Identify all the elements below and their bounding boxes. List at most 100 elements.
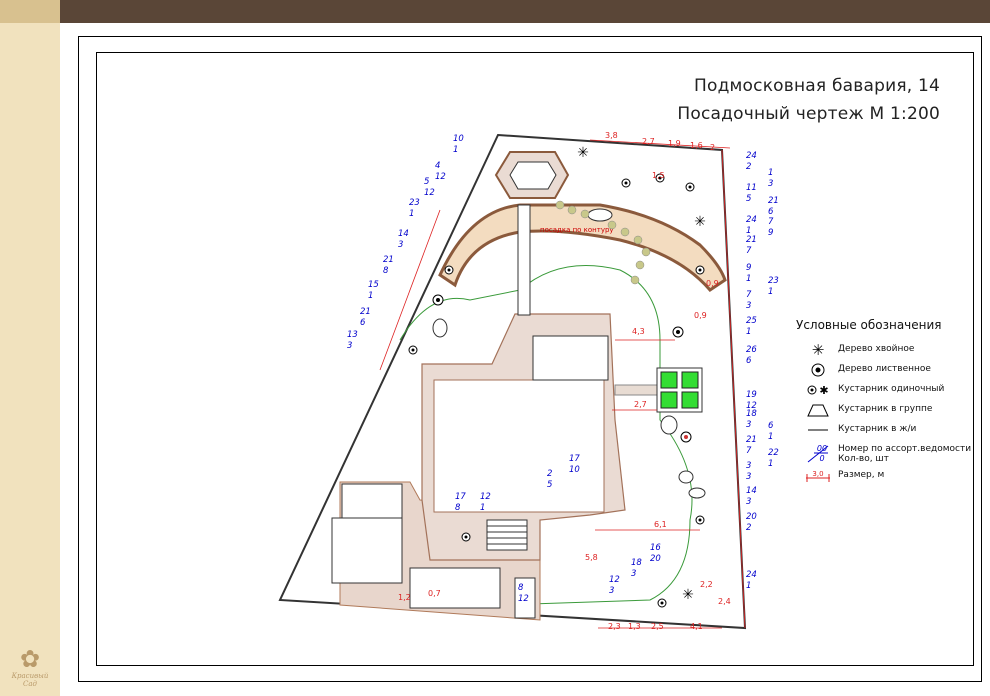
legend: Условные обозначения ✳ Дерево хвойное Де… [796, 318, 971, 488]
legend-item: ✳ Дерево хвойное [796, 342, 966, 362]
callout-num: 18 [746, 409, 757, 419]
callout-num: 23 [768, 276, 779, 286]
callout-qty: 10 [569, 465, 580, 475]
legend-label: Кустарник в ж/и [838, 424, 917, 434]
dim-label: 0,9 [694, 311, 707, 320]
legend-item: Дерево лиственное [796, 362, 966, 382]
callout-num: 11 [746, 183, 757, 193]
svg-text:✳: ✳ [812, 342, 825, 358]
legend-label: Дерево хвойное [838, 344, 915, 354]
callout-qty: 3 [347, 341, 352, 351]
callout-num: 12 [480, 492, 491, 502]
svg-text:✱: ✱ [819, 384, 828, 397]
dim-label: 2,2 [700, 580, 713, 589]
callout-qty: 3 [746, 497, 751, 507]
callout-qty: 6 [746, 356, 752, 366]
callout-qty: 1 [746, 327, 751, 337]
callout-num: 2 [547, 469, 552, 479]
callout-num: 10 [453, 134, 464, 144]
dim-label: 2,4 [718, 597, 731, 606]
callout-num: 12 [609, 575, 620, 585]
callout-qty: 8 [383, 266, 389, 276]
callout-qty: 3 [746, 301, 751, 311]
callout-num: 24 [746, 570, 757, 580]
callout-num: 1 [768, 168, 773, 178]
stairs [486, 519, 528, 551]
callout-num: 4 [435, 161, 440, 171]
dim-label: 2,5 [651, 622, 664, 631]
callout-qty: 9 [768, 228, 773, 238]
legend-label: Кустарник в группе [838, 404, 933, 414]
callout-qty: 8 [455, 503, 461, 513]
callout-qty: 1 [768, 459, 773, 469]
callout-qty: 7 [746, 446, 752, 456]
callout-num: 22 [768, 448, 779, 458]
dimension-icon: 3,0 [806, 470, 830, 482]
dim-label: 2,7 [642, 137, 655, 146]
dim-label: 6,1 [654, 520, 667, 529]
svg-text:0: 0 [819, 454, 824, 463]
callout-num: 20 [746, 512, 757, 522]
callout-num: 7 [746, 290, 752, 300]
bridge-walkway [614, 384, 661, 396]
legend-label: Номер по ассорт.ведомости Кол-во, шт [838, 444, 972, 464]
shrub-group-icon [807, 404, 829, 417]
legend-item: 3,0 Размер, м [796, 468, 966, 488]
callout-num: 5 [424, 177, 429, 187]
svg-text:✳: ✳ [577, 145, 589, 161]
callout-qty: 1 [746, 581, 751, 591]
callout-num: 15 [368, 280, 379, 290]
callout-num: 9 [746, 263, 751, 273]
callout-qty: 3 [631, 569, 636, 579]
callout-qty: 5 [547, 480, 552, 490]
callout-num: 3 [746, 461, 751, 471]
callout-qty: 12 [435, 172, 446, 182]
callout-num: 21 [383, 255, 394, 265]
callout-num: 24 [746, 151, 757, 161]
callout-qty: 1 [480, 503, 485, 513]
callout-num: 7 [768, 217, 774, 227]
callout-num: 16 [650, 543, 661, 553]
house-core [532, 335, 609, 381]
legend-item: 00 0 Номер по ассорт.ведомости Кол-во, шт [796, 442, 971, 468]
callout-qty: 7 [746, 246, 752, 256]
dim-label: 2 [710, 143, 715, 152]
callout-num: 25 [746, 316, 757, 326]
callout-qty: 6 [360, 318, 366, 328]
dim-label: 1,6 [690, 141, 703, 150]
legend-label: Кустарник одиночный [838, 384, 945, 394]
callout-qty: 1 [453, 145, 458, 155]
dim-label: 2,3 [608, 622, 621, 631]
dim-label: 1,9 [668, 139, 681, 148]
dim-label: 5,8 [585, 553, 598, 562]
callout-qty: 3 [746, 420, 751, 430]
callout-num: 13 [347, 330, 358, 340]
dim-label: 0,7 [428, 589, 441, 598]
dim-label: 3,8 [605, 131, 618, 140]
shed-block [331, 517, 403, 584]
legend-item: ✱ Кустарник одиночный [796, 382, 966, 402]
hedge-line-icon [808, 429, 828, 431]
single-shrub-icon: ✱ [807, 384, 829, 397]
callout-qty: 12 [518, 594, 529, 604]
callout-qty: 3 [609, 586, 614, 596]
conifer-tree-icon: ✳ [812, 342, 825, 358]
callout-num: 19 [746, 390, 757, 400]
dim-label: 1,5 [652, 171, 665, 180]
callout-qty: 1 [768, 287, 773, 297]
callout-qty: 12 [424, 188, 435, 198]
dim-label: 2,7 [634, 400, 647, 409]
callout-qty: 3 [746, 472, 751, 482]
stepping-walk [517, 204, 531, 316]
dim-label: 4,3 [632, 327, 645, 336]
callout-qty: 2 [746, 523, 751, 533]
callout-qty: 2 [746, 162, 751, 172]
legend-item: Кустарник в ж/и [796, 422, 966, 442]
callout-num: 21 [360, 307, 371, 317]
callout-num: 6 [768, 421, 774, 431]
callout-qty: 1 [768, 432, 773, 442]
callout-qty: 1 [409, 209, 414, 219]
callout-num: 23 [409, 198, 420, 208]
dim-label: 4,1 [690, 622, 703, 631]
callout-num: 17 [569, 454, 580, 464]
